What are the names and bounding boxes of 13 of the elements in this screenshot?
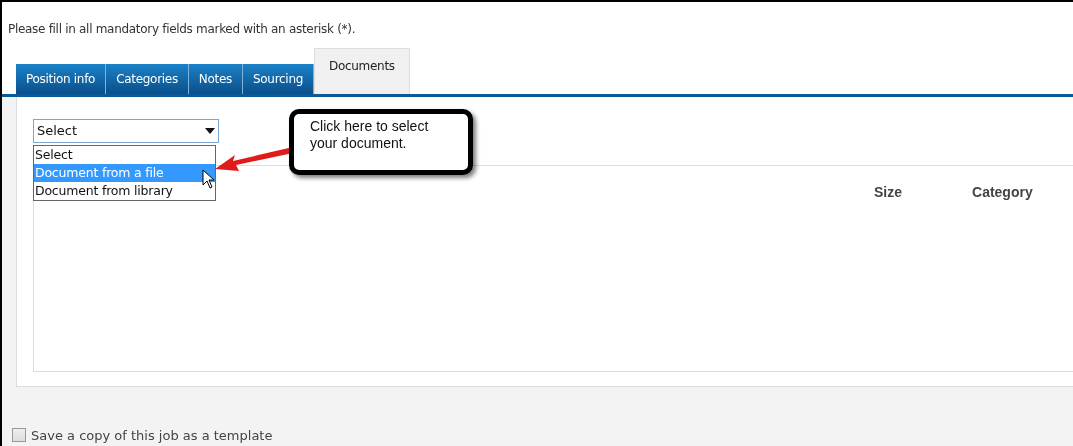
document-select[interactable]: Select: [33, 119, 219, 143]
column-header: Category: [972, 183, 1033, 202]
tab[interactable]: Position info: [16, 64, 107, 94]
tab[interactable]: Categories: [106, 64, 189, 94]
checkbox-label: Save a copy of this job as a template: [31, 426, 273, 445]
dropdown-option[interactable]: Document from library: [34, 182, 215, 200]
tab[interactable]: Sourcing: [243, 64, 314, 94]
tab[interactable]: Documents: [314, 48, 410, 94]
dropdown-option[interactable]: Select: [34, 146, 215, 164]
tab[interactable]: Notes: [188, 64, 243, 94]
instruction-text: Please fill in all mandatory fields marked with an asterisk (*).: [8, 22, 356, 36]
column-header: Size: [874, 183, 902, 202]
callout-text: Click here to select your document.: [310, 118, 430, 152]
